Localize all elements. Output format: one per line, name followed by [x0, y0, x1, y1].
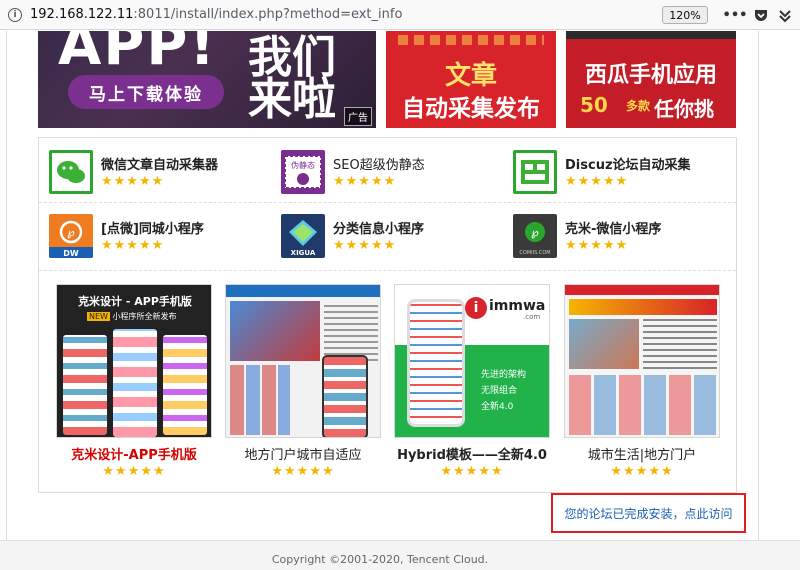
rating-stars: ★★★★★: [102, 464, 166, 479]
template-screenshot: i immwa .com 先进的架构 无限组合 全新4.0: [394, 284, 550, 438]
plugin-name: 克米-微信小程序: [565, 222, 662, 237]
visit-forum-link[interactable]: 您的论坛已完成安装，点此访问: [564, 505, 732, 522]
banner-app-line2: 来啦: [248, 74, 336, 125]
shot-list: [643, 319, 717, 369]
xigua-badge-text: XIGUA: [291, 249, 316, 257]
url-field[interactable]: 192.168.122.11:8011/install/index.php?me…: [30, 7, 402, 22]
rating-stars: ★★★★★: [333, 174, 397, 189]
left-page-border: [6, 31, 7, 570]
shot-list: [324, 301, 378, 361]
shot-header-bar: [565, 285, 719, 295]
download-now-pill: 马上下载体验: [68, 75, 224, 109]
zoom-level-button[interactable]: 120%: [662, 6, 708, 24]
install-page: APP! 我们 来啦 马上下载体验 广告 文章 自动采集发布 西瓜手机应用 50…: [0, 31, 800, 570]
comiis-badge-text: COMIIS.COM: [519, 250, 550, 256]
phone-mockup: [63, 335, 107, 435]
banner-article-line1: 文章: [444, 61, 497, 91]
article-collect-banner[interactable]: 文章 自动采集发布: [386, 31, 556, 128]
right-page-border: [758, 31, 759, 570]
banner-watermelon-unit: 多款: [626, 99, 651, 113]
template-screenshot: [225, 284, 381, 438]
plugin-name: 分类信息小程序: [333, 222, 425, 237]
template-title: 克米设计-APP手机版: [71, 448, 197, 463]
template-screenshot: [564, 284, 720, 438]
seo-badge-text: 伪静态: [291, 160, 315, 170]
banner-article-line2: 自动采集发布: [402, 96, 540, 122]
browser-url-bar: i 192.168.122.11:8011/install/index.php?…: [0, 0, 800, 30]
svg-text:℘: ℘: [531, 226, 539, 239]
rating-stars: ★★★★★: [610, 464, 674, 479]
plugin-name: [点微]同城小程序: [101, 222, 204, 237]
shot-title: 克米设计 - APP手机版: [78, 295, 192, 308]
shot-banner: [569, 299, 717, 315]
rating-stars: ★★★★★: [565, 238, 629, 253]
immwa-logo: i immwa .com: [465, 295, 545, 321]
banner-app-headline: APP!: [58, 31, 217, 78]
site-info-icon[interactable]: i: [8, 7, 22, 22]
shot-subtitle: NEW 小程序所全新发布: [87, 312, 177, 321]
rating-stars: ★★★★★: [333, 238, 397, 253]
plugin-item[interactable]: 微信文章自动采集器 ★★★★★: [49, 150, 269, 196]
shot-grid: [230, 365, 290, 435]
banner-watermelon-line1: 西瓜手机应用: [584, 63, 717, 88]
template-screenshot: 克米设计 - APP手机版 NEW 小程序所全新发布: [56, 284, 212, 438]
pocket-icon[interactable]: [752, 6, 770, 24]
ellipsis-icon[interactable]: •••: [723, 6, 748, 24]
xigua-icon: XIGUA: [281, 214, 325, 258]
phone-mockup: [113, 329, 157, 437]
shot-grid: [569, 375, 717, 435]
watermelon-app-banner[interactable]: 西瓜手机应用 50 多款 任你挑: [566, 31, 736, 128]
plugin-item[interactable]: ℘ DW [点微]同城小程序 ★★★★★: [49, 214, 269, 260]
banner-watermelon-tag: 任你挑: [654, 97, 714, 121]
app-download-banner[interactable]: APP! 我们 来啦 马上下载体验 广告: [38, 31, 376, 128]
banner-decoration: [398, 35, 544, 45]
wechat-icon: [49, 150, 93, 194]
plugin-item[interactable]: XIGUA 分类信息小程序 ★★★★★: [281, 214, 501, 260]
discuz-collect-icon: [513, 150, 557, 194]
row-divider: [39, 270, 736, 271]
rating-stars: ★★★★★: [101, 238, 165, 253]
banner-decoration: [566, 31, 736, 39]
seo-stamp-icon: 伪静态: [281, 150, 325, 194]
feature-list: 先进的架构 无限组合 全新4.0: [481, 370, 527, 412]
template-title: 地方门户城市自适应: [244, 448, 362, 463]
rating-stars: ★★★★★: [101, 174, 165, 189]
banner-watermelon-price: 50: [580, 93, 608, 117]
template-title: 城市生活|地方门户: [587, 448, 697, 463]
phone-mockup: [163, 335, 207, 435]
shot-new-badge: NEW: [87, 312, 110, 321]
phone-mockup: [407, 299, 465, 427]
shot-header-bar: [226, 285, 380, 297]
finish-link-box: 您的论坛已完成安装，点此访问: [551, 493, 746, 533]
plugin-name: SEO超级伪静态: [333, 158, 425, 173]
comiis-icon: ℘ COMIIS.COM: [513, 214, 557, 258]
plugin-name: 微信文章自动采集器: [101, 158, 219, 173]
plugin-item[interactable]: 伪静态 SEO超级伪静态 ★★★★★: [281, 150, 501, 196]
row-divider: [39, 202, 736, 203]
template-title: Hybrid模板——全新4.0: [397, 448, 547, 463]
ad-label: 广告: [344, 107, 372, 126]
shot-hero: [569, 319, 639, 369]
shot-hero: [230, 301, 320, 361]
url-host: 192.168.122.11: [30, 7, 134, 22]
rating-stars: ★★★★★: [440, 464, 504, 479]
dianwei-icon: ℘ DW: [49, 214, 93, 258]
phone-mockup: [322, 355, 368, 437]
extensions-icon[interactable]: [776, 6, 794, 24]
rating-stars: ★★★★★: [565, 174, 629, 189]
copyright-text: Copyright ©2001-2020, Tencent Cloud.: [271, 553, 489, 566]
svg-text:℘: ℘: [67, 226, 75, 239]
dw-badge-text: DW: [63, 249, 79, 258]
rating-stars: ★★★★★: [271, 464, 335, 479]
plugin-item[interactable]: ℘ COMIIS.COM 克米-微信小程序 ★★★★★: [513, 214, 733, 260]
plugin-item[interactable]: Discuz论坛自动采集 ★★★★★: [513, 150, 733, 196]
plugin-name: Discuz论坛自动采集: [565, 158, 691, 173]
url-path: :8011/install/index.php?method=ext_info: [133, 7, 403, 22]
recommended-plugins-box: 微信文章自动采集器 ★★★★★ 伪静态 SEO超级伪静态 ★★★★★ Discu…: [38, 137, 737, 493]
